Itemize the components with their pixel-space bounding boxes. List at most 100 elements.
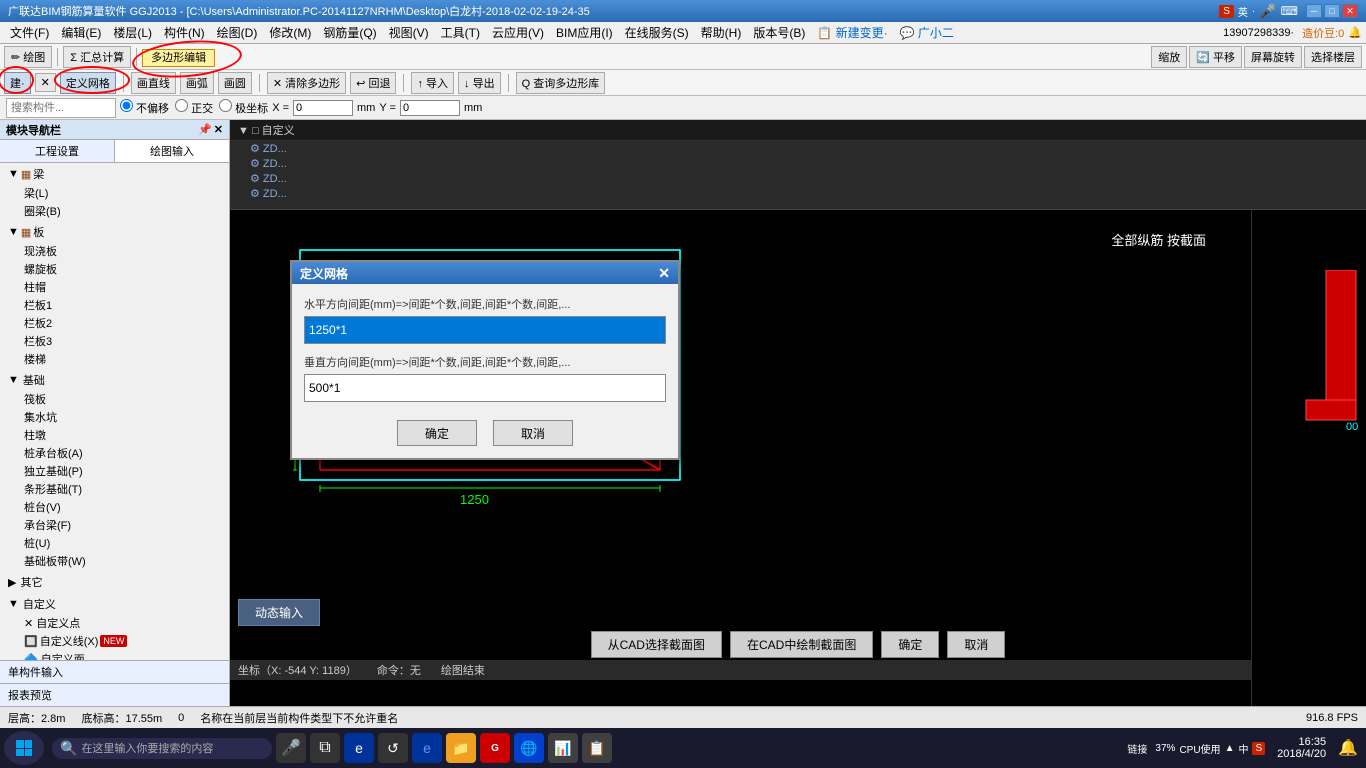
single-component-input[interactable]: 单构件输入 [0,661,229,684]
upper-tree-zd4[interactable]: ⚙ ZD... [230,186,1366,201]
tree-item-custom-line[interactable]: 🔲自定义线(X) NEW [4,632,225,650]
section-draw-input[interactable]: 绘图输入 [115,140,229,162]
menu-view[interactable]: 视图(V) [383,22,435,43]
clear-polygon-button[interactable]: ✕ 清除多边形 [267,72,346,94]
cortana-icon[interactable]: 🎤 [276,733,306,763]
tree-item-col-pier[interactable]: 柱墩 [4,426,225,444]
tree-item-spiral-slab[interactable]: 螺旋板 [4,260,225,278]
ggj-icon[interactable]: G [480,733,510,763]
dialog-confirm-button[interactable]: 确定 [397,420,477,446]
draw-cad-section-button[interactable]: 在CAD中绘制截面图 [730,631,873,658]
panel-close-icon[interactable]: ✕ [214,123,223,136]
tree-item-pile-cap-a[interactable]: 桩承台板(A) [4,444,225,462]
canvas-cancel-button[interactable]: 取消 [947,631,1005,658]
dialog-close-button[interactable]: ✕ [658,265,670,282]
menu-rebar[interactable]: 钢筋量(Q) [317,22,382,43]
vertical-input[interactable] [304,374,666,402]
import-button[interactable]: ↑ 导入 [411,72,454,94]
tree-scroll[interactable]: ▼ ▦ 梁 梁(L) 圈梁(B) ▼ ▦ 板 现浇板 螺旋板 柱帽 栏板1 栏板… [0,163,229,660]
polygon-edit-tab[interactable]: 多边形编辑 [142,49,215,67]
menu-newchange[interactable]: 📋 新建变更· [811,22,893,43]
tree-item-foundation-band[interactable]: 基础板带(W) [4,552,225,570]
task-view-icon[interactable]: ⧉ [310,733,340,763]
upper-tree-zd1[interactable]: ⚙ ZD... [230,141,1366,156]
browser-icon2[interactable]: 🌐 [514,733,544,763]
tree-item-independent-p[interactable]: 独立基础(P) [4,462,225,480]
tree-foundation-expand[interactable]: ▼ 基础 [4,370,225,390]
menu-draw[interactable]: 绘图(D) [211,22,264,43]
close-button[interactable]: ✕ [1342,4,1358,18]
x-coord-input[interactable] [293,100,353,116]
draw-line-button[interactable]: 画直线 [131,72,176,94]
menu-file[interactable]: 文件(F) [4,22,55,43]
pan-button[interactable]: 🔄 平移 [1189,46,1242,68]
menu-tools[interactable]: 工具(T) [435,22,486,43]
build-button[interactable]: 建· [4,72,31,94]
tree-item-pedestal-v[interactable]: 桩台(V) [4,498,225,516]
report-preview[interactable]: 报表预览 [0,684,229,706]
tree-item-custom-point[interactable]: ✕ 自定义点 [4,614,225,632]
tree-item-raft[interactable]: 筏板 [4,390,225,408]
start-button[interactable] [4,731,44,765]
section-project-settings[interactable]: 工程设置 [0,140,115,162]
radio-orthogonal[interactable]: 正交 [175,99,213,116]
tree-item-railing3[interactable]: 栏板3 [4,332,225,350]
tree-other-expand[interactable]: ▶ 其它 [4,572,225,592]
search-component[interactable] [6,98,116,118]
tree-item-beam-l[interactable]: 梁(L) [4,184,225,202]
upper-tree-expand[interactable]: ▼ □ 自定义 [238,125,295,137]
tree-item-cap-beam-f[interactable]: 承台梁(F) [4,516,225,534]
taskbar-search[interactable]: 🔍 在这里输入你要搜索的内容 [52,738,272,759]
total-calc-button[interactable]: Σ 汇总计算 [63,46,131,68]
tree-item-stair[interactable]: 楼梯 [4,350,225,368]
radio-no-offset[interactable]: 不偏移 [120,99,169,116]
tree-item-strip-t[interactable]: 条形基础(T) [4,480,225,498]
tree-item-ring-beam[interactable]: 圈梁(B) [4,202,225,220]
tree-item-railing2[interactable]: 栏板2 [4,314,225,332]
menu-online[interactable]: 在线服务(S) [619,22,695,43]
ie-icon[interactable]: e [412,733,442,763]
menu-component[interactable]: 构件(N) [158,22,211,43]
select-layer-button[interactable]: 选择楼层 [1304,46,1362,68]
draw-circle-button[interactable]: 画圆 [218,72,252,94]
refresh-icon[interactable]: ↺ [378,733,408,763]
upper-tree-zd3[interactable]: ⚙ ZD... [230,171,1366,186]
dynamic-input-button[interactable]: 动态输入 [238,599,320,626]
menu-bim[interactable]: BIM应用(I) [550,22,619,43]
notification-icon[interactable]: 🔔 [1338,738,1358,758]
menu-modify[interactable]: 修改(M) [263,22,317,43]
app-icon2[interactable]: 📋 [582,733,612,763]
draw-arc-button[interactable]: 画弧 [180,72,214,94]
select-cad-section-button[interactable]: 从CAD选择截面图 [591,631,722,658]
undo-button[interactable]: ↩ 回退 [350,72,396,94]
upper-tree-zd2[interactable]: ⚙ ZD... [230,156,1366,171]
tree-item-cast-slab[interactable]: 现浇板 [4,242,225,260]
query-polygon-button[interactable]: Q 查询多边形库 [516,72,606,94]
tree-item-custom-face[interactable]: 🔷 自定义面 [4,650,225,660]
dialog-cancel-button[interactable]: 取消 [493,420,573,446]
tree-item-pile-u[interactable]: 桩(U) [4,534,225,552]
tree-custom-expand[interactable]: ▼ 自定义 [4,594,225,614]
define-grid-button[interactable]: 定义网格 [60,72,116,94]
tree-slab-expand[interactable]: ▼ ▦ 板 [4,222,225,242]
minimize-button[interactable]: ─ [1306,4,1322,18]
radio-polar[interactable]: 极坐标 [219,99,268,116]
horizontal-input[interactable] [304,316,666,344]
export-button[interactable]: ↓ 导出 [458,72,501,94]
draw-button[interactable]: ✏ 绘图 [4,46,52,68]
folder-icon[interactable]: 📁 [446,733,476,763]
screen-rotate-button[interactable]: 屏幕旋转 [1244,46,1302,68]
menu-help[interactable]: 帮助(H) [695,22,748,43]
panel-pin-icon[interactable]: 📌 [198,123,212,136]
menu-version[interactable]: 版本号(B) [747,22,811,43]
tree-item-railing1[interactable]: 栏板1 [4,296,225,314]
canvas-confirm-button[interactable]: 确定 [881,631,939,658]
edge-icon[interactable]: e [344,733,374,763]
maximize-button[interactable]: □ [1324,4,1340,18]
tree-item-column-cap[interactable]: 柱帽 [4,278,225,296]
tree-item-sump[interactable]: 集水坑 [4,408,225,426]
y-coord-input[interactable] [400,100,460,116]
menu-floor[interactable]: 楼层(L) [107,22,158,43]
menu-guangxiao[interactable]: 💬 广小二 [894,22,960,43]
close-button2[interactable]: ✕ [35,73,56,92]
